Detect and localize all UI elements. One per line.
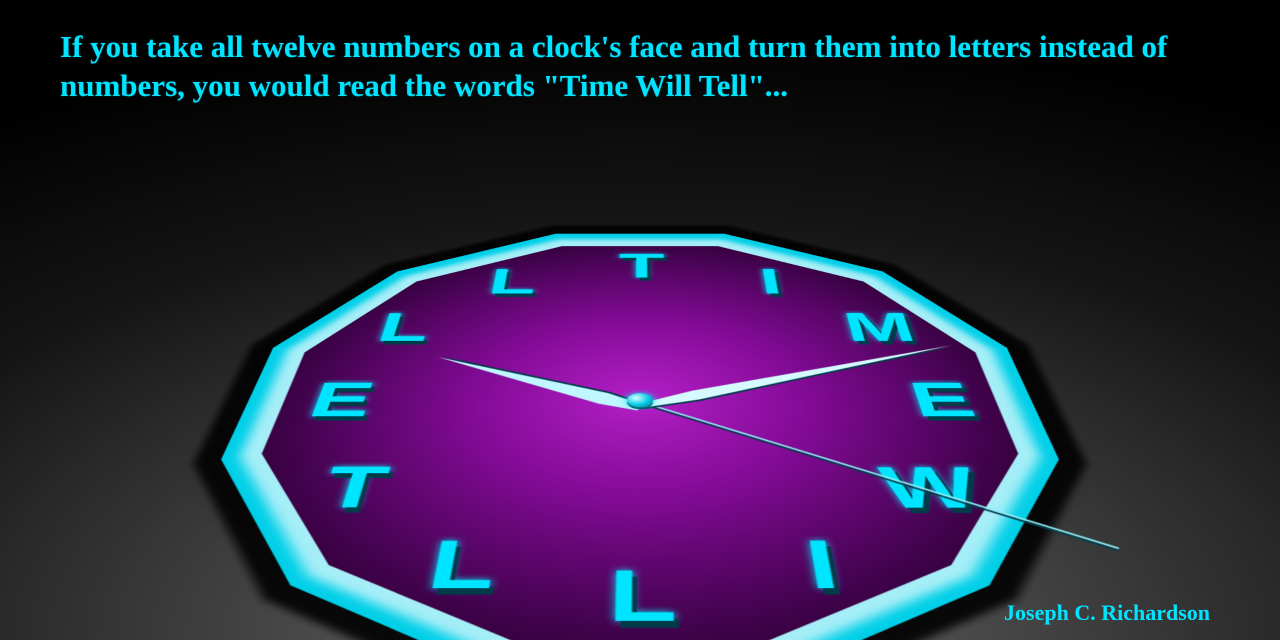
clock-letter-pos-11: L	[485, 264, 535, 299]
stage: If you take all twelve numbers on a cloc…	[0, 0, 1280, 640]
quote-text: If you take all twelve numbers on a cloc…	[60, 28, 1240, 106]
clock-letter-pos-12: T	[618, 250, 662, 284]
clock-hub	[627, 393, 653, 407]
clock-letter-pos-3: E	[904, 377, 977, 425]
clock-letter-pos-8: T	[315, 460, 389, 518]
clock-letter-pos-6: L	[607, 561, 672, 634]
clock-letter-pos-7: L	[423, 532, 496, 600]
clock-letter-pos-5: I	[801, 532, 838, 600]
attribution: Joseph C. Richardson	[1004, 600, 1210, 626]
clock-letter-pos-10: L	[372, 308, 431, 348]
clock-tilt: TIMEWILLTELL	[87, 227, 1193, 640]
clock-letter-pos-4: W	[875, 460, 983, 518]
clock-letter-pos-1: I	[757, 264, 781, 299]
clock-letter-pos-2: M	[840, 308, 917, 348]
clock: TIMEWILLTELL	[87, 227, 1193, 640]
clock-letter-pos-9: E	[302, 377, 375, 425]
clock-container: TIMEWILLTELL	[0, 160, 1280, 640]
clock-letters: TIMEWILLTELL	[87, 227, 1193, 640]
